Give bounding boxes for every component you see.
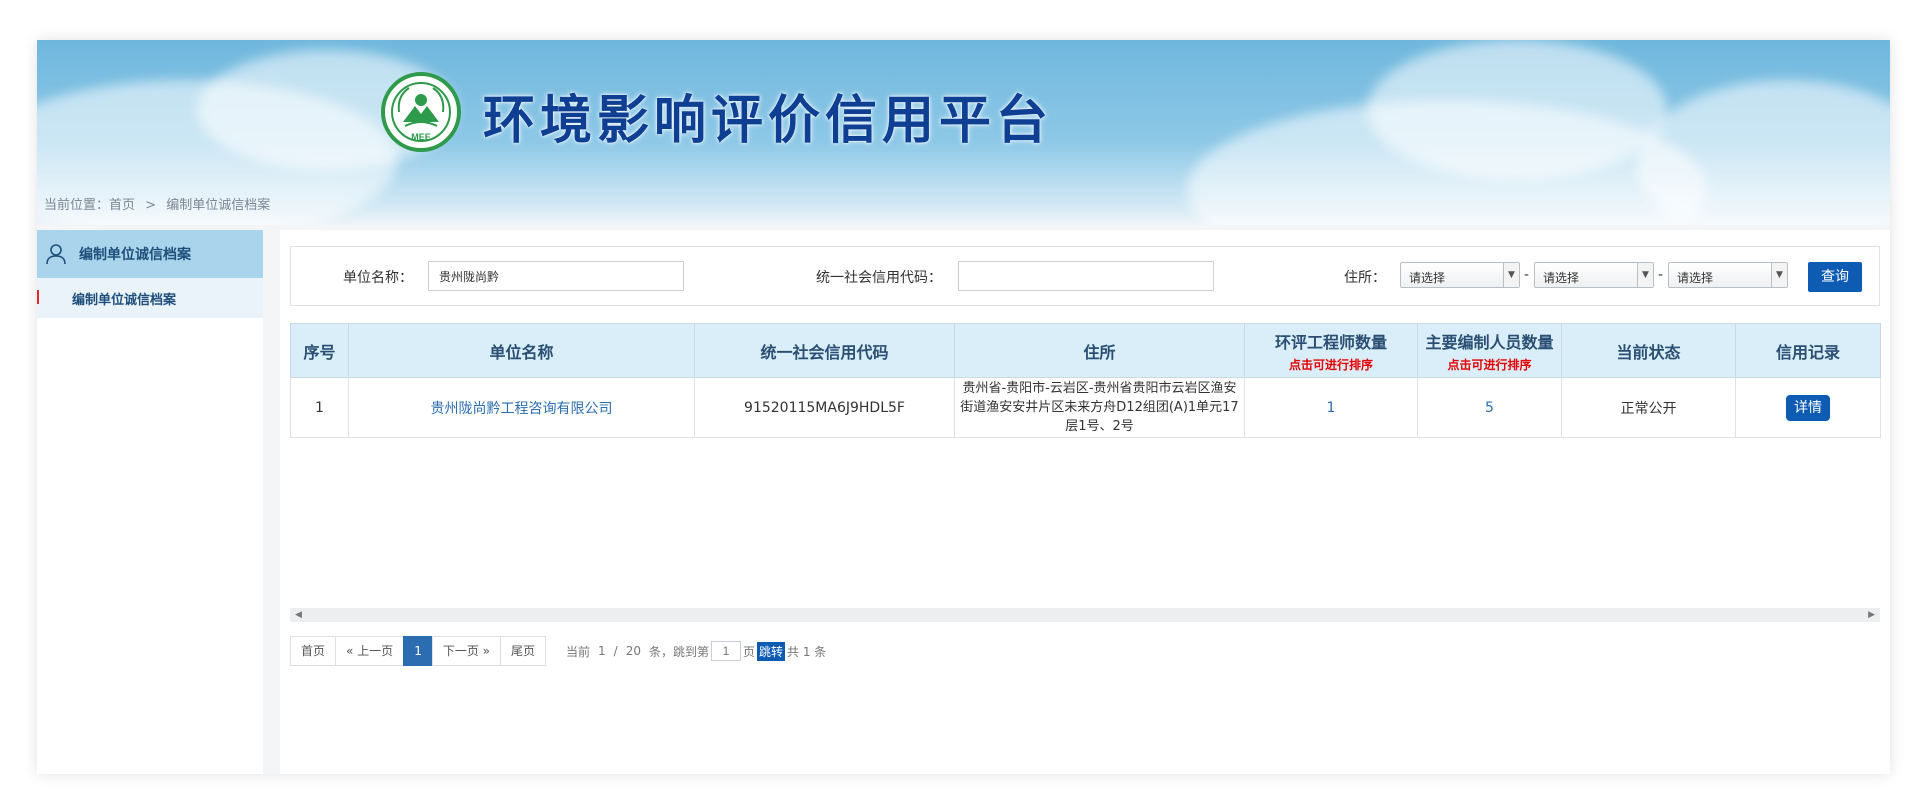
col-header-name: 单位名称 xyxy=(348,323,695,378)
select-separator: - xyxy=(1658,267,1664,283)
city-select-value: 请选择 xyxy=(1543,271,1580,285)
credit-code-input[interactable] xyxy=(958,261,1214,291)
table-row: 1 贵州陇尚黔工程咨询有限公司 91520115MA6J9HDL5F 贵州省-贵… xyxy=(290,377,1881,438)
per-page-suffix: 条，跳到第 xyxy=(649,644,710,659)
cell-index: 1 xyxy=(290,377,349,438)
detail-button[interactable]: 详情 xyxy=(1786,394,1830,421)
col-header-credit-code: 统一社会信用代码 xyxy=(694,323,955,378)
cell-credit-code: 91520115MA6J9HDL5F xyxy=(694,377,955,438)
sort-hint: 点击可进行排序 xyxy=(1288,357,1373,372)
query-button[interactable]: 查询 xyxy=(1808,262,1862,292)
engineers-count-link[interactable]: 1 xyxy=(1244,377,1418,438)
select-separator: - xyxy=(1524,267,1530,283)
col-header-engineers[interactable]: 环评工程师数量 点击可进行排序 xyxy=(1244,323,1418,378)
dropdown-arrow-icon: ▼ xyxy=(1771,263,1787,287)
breadcrumb-current: 编制单位诚信档案 xyxy=(166,198,271,213)
mee-logo: MEE xyxy=(381,72,461,152)
province-select[interactable]: 请选择 ▼ xyxy=(1400,262,1520,288)
mee-emblem-icon: MEE xyxy=(397,87,445,142)
col-header-record: 信用记录 xyxy=(1735,323,1881,378)
active-marker xyxy=(37,290,39,304)
page-slash: / xyxy=(613,644,618,658)
scroll-left-icon[interactable]: ◀ xyxy=(295,608,302,622)
col-header-staff[interactable]: 主要编制人员数量 点击可进行排序 xyxy=(1417,323,1562,378)
cloud-decoration xyxy=(1367,40,1667,180)
cell-address: 贵州省-贵阳市-云岩区-贵州省贵阳市云岩区渔安街道渔安安井片区未来方舟D12组团… xyxy=(954,377,1245,438)
sidebar-header[interactable]: 编制单位诚信档案 xyxy=(37,230,263,278)
pagination-info: 当前 1 / 20 条，跳到第 页 跳转 共 1 条 xyxy=(566,641,826,661)
jump-page-input[interactable] xyxy=(711,641,742,661)
results-table: 序号 单位名称 统一社会信用代码 住所 环评工程师数量 点击可进行排序 主要编制… xyxy=(290,323,1881,438)
prev-page-button[interactable]: « 上一页 xyxy=(335,636,405,666)
breadcrumb: 当前位置：首页 > 编制单位诚信档案 xyxy=(44,194,276,213)
scroll-right-icon[interactable]: ▶ xyxy=(1868,608,1875,622)
total-count: 共 1 条 xyxy=(787,644,827,659)
district-select[interactable]: 请选择 ▼ xyxy=(1668,262,1788,288)
jump-button[interactable]: 跳转 xyxy=(757,641,786,661)
per-page-value: 20 xyxy=(625,644,641,658)
table-header-row: 序号 单位名称 统一社会信用代码 住所 环评工程师数量 点击可进行排序 主要编制… xyxy=(290,323,1881,378)
city-select[interactable]: 请选择 ▼ xyxy=(1534,262,1654,288)
address-label: 住所： xyxy=(1344,270,1386,286)
dropdown-arrow-icon: ▼ xyxy=(1637,263,1653,287)
search-filter-bar: 单位名称： 统一社会信用代码： 住所： 请选择 ▼ - 请选择 ▼ - 请选择 … xyxy=(290,246,1880,306)
col-header-index: 序号 xyxy=(290,323,349,378)
col-header-address: 住所 xyxy=(954,323,1245,378)
district-select-value: 请选择 xyxy=(1677,271,1714,285)
page-number-current[interactable]: 1 xyxy=(403,636,433,666)
breadcrumb-separator: > xyxy=(145,198,157,213)
logo-text: MEE xyxy=(411,132,431,142)
cell-status: 正常公开 xyxy=(1561,377,1736,438)
unit-name-label: 单位名称： xyxy=(343,270,413,286)
cell-record: 详情 xyxy=(1735,377,1881,438)
col-header-status: 当前状态 xyxy=(1561,323,1736,378)
pagination: 首页 « 上一页 1 下一页 » 尾页 当前 1 / 20 条，跳到第 页 跳转… xyxy=(290,636,826,666)
sidebar: 编制单位诚信档案 编制单位诚信档案 xyxy=(37,230,263,774)
first-page-button[interactable]: 首页 xyxy=(290,636,337,666)
sidebar-item-label: 编制单位诚信档案 xyxy=(72,292,177,308)
site-title: 环境影响评价信用平台 xyxy=(483,91,1054,151)
current-label: 当前 xyxy=(566,644,591,659)
last-page-button[interactable]: 尾页 xyxy=(500,636,547,666)
page-frame: MEE 环境影响评价信用平台 当前位置：首页 > 编制单位诚信档案 编制单位诚信… xyxy=(37,40,1890,774)
sidebar-header-label: 编制单位诚信档案 xyxy=(79,247,191,263)
next-page-button[interactable]: 下一页 » xyxy=(431,636,501,666)
sort-hint: 点击可进行排序 xyxy=(1447,357,1532,372)
user-icon xyxy=(46,244,66,265)
staff-header-label: 主要编制人员数量 xyxy=(1425,332,1554,352)
staff-count-link[interactable]: 5 xyxy=(1417,377,1562,438)
breadcrumb-home-link[interactable]: 首页 xyxy=(109,198,135,213)
sidebar-item-credit-archive[interactable]: 编制单位诚信档案 xyxy=(37,278,263,318)
unit-name-input[interactable] xyxy=(428,261,684,291)
current-page-value: 1 xyxy=(598,644,606,658)
credit-code-label: 统一社会信用代码： xyxy=(816,270,942,286)
breadcrumb-prefix: 当前位置： xyxy=(44,198,110,213)
site-banner: MEE 环境影响评价信用平台 当前位置：首页 > 编制单位诚信档案 xyxy=(37,40,1890,225)
page-suffix: 页 xyxy=(743,644,756,659)
cloud-decoration xyxy=(1637,80,1890,225)
engineers-header-label: 环评工程师数量 xyxy=(1274,332,1387,352)
main-panel: 单位名称： 统一社会信用代码： 住所： 请选择 ▼ - 请选择 ▼ - 请选择 … xyxy=(280,230,1890,774)
unit-name-link[interactable]: 贵州陇尚黔工程咨询有限公司 xyxy=(348,377,695,438)
horizontal-scrollbar[interactable]: ◀ ▶ xyxy=(290,608,1880,622)
province-select-value: 请选择 xyxy=(1409,271,1446,285)
dropdown-arrow-icon: ▼ xyxy=(1503,263,1519,287)
